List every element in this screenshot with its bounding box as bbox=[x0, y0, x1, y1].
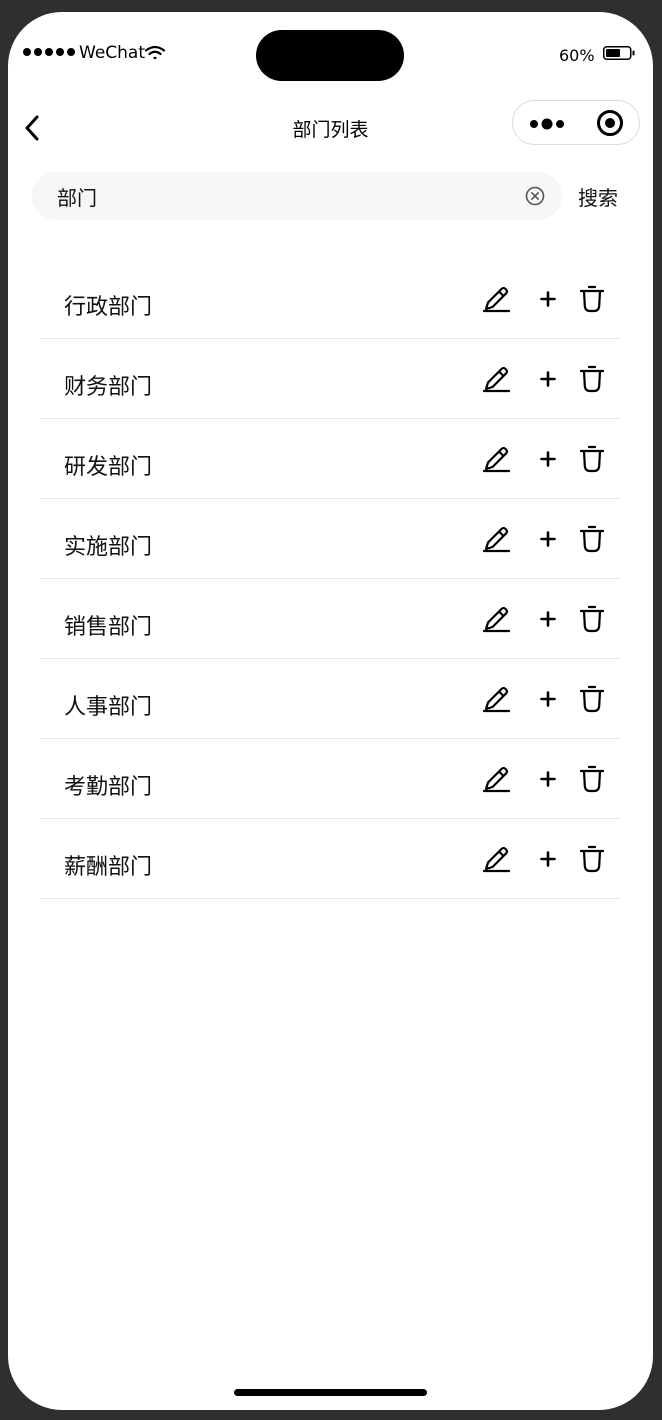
search-box bbox=[32, 172, 562, 220]
edit-pencil-icon[interactable] bbox=[480, 603, 512, 635]
target-circle-icon bbox=[597, 110, 623, 136]
department-name: 人事部门 bbox=[64, 695, 153, 720]
edit-pencil-icon[interactable] bbox=[480, 523, 512, 555]
row-actions bbox=[476, 443, 616, 475]
department-row[interactable]: 人事部门 bbox=[40, 659, 620, 739]
row-actions bbox=[476, 763, 616, 795]
edit-pencil-icon[interactable] bbox=[480, 283, 512, 315]
row-actions bbox=[476, 683, 616, 715]
department-row[interactable]: 研发部门 bbox=[40, 419, 620, 499]
add-plus-icon[interactable] bbox=[532, 763, 564, 795]
delete-trash-icon[interactable] bbox=[576, 283, 608, 315]
department-name: 财务部门 bbox=[64, 375, 153, 400]
more-button[interactable] bbox=[527, 109, 575, 137]
delete-trash-icon[interactable] bbox=[576, 363, 608, 395]
add-plus-icon[interactable] bbox=[532, 283, 564, 315]
search-button[interactable]: 搜索 bbox=[578, 182, 618, 211]
edit-pencil-icon[interactable] bbox=[480, 763, 512, 795]
phone-screen: WeChat 60% 部门列表 部门 搜索 行政部门 财务部门 研发部门 实施部… bbox=[8, 12, 653, 1410]
status-bar: WeChat 60% bbox=[8, 12, 653, 92]
department-row[interactable]: 行政部门 bbox=[40, 259, 620, 339]
battery-percent: 60% bbox=[559, 46, 595, 65]
carrier-label: WeChat bbox=[79, 43, 145, 63]
department-name: 考勤部门 bbox=[64, 775, 153, 800]
clear-circle-icon[interactable] bbox=[524, 185, 546, 207]
add-plus-icon[interactable] bbox=[532, 603, 564, 635]
delete-trash-icon[interactable] bbox=[576, 683, 608, 715]
add-plus-icon[interactable] bbox=[532, 523, 564, 555]
department-row[interactable]: 实施部门 bbox=[40, 499, 620, 579]
department-row[interactable]: 考勤部门 bbox=[40, 739, 620, 819]
edit-pencil-icon[interactable] bbox=[480, 843, 512, 875]
search-input[interactable] bbox=[57, 172, 497, 220]
edit-pencil-icon[interactable] bbox=[480, 363, 512, 395]
more-dots-icon bbox=[530, 118, 564, 130]
department-name: 薪酬部门 bbox=[64, 855, 153, 880]
row-actions bbox=[476, 843, 616, 875]
department-list: 行政部门财务部门研发部门实施部门销售部门人事部门考勤部门薪酬部门 bbox=[40, 259, 620, 899]
dynamic-island bbox=[256, 30, 404, 81]
department-row[interactable]: 财务部门 bbox=[40, 339, 620, 419]
close-mini-program-button[interactable] bbox=[595, 109, 625, 137]
department-name: 行政部门 bbox=[64, 295, 153, 320]
home-indicator bbox=[234, 1389, 427, 1396]
department-name: 实施部门 bbox=[64, 535, 153, 560]
wifi-icon bbox=[145, 45, 165, 60]
delete-trash-icon[interactable] bbox=[576, 523, 608, 555]
edit-pencil-icon[interactable] bbox=[480, 443, 512, 475]
department-row[interactable]: 薪酬部门 bbox=[40, 819, 620, 899]
department-name: 销售部门 bbox=[64, 615, 153, 640]
department-row[interactable]: 销售部门 bbox=[40, 579, 620, 659]
row-actions bbox=[476, 363, 616, 395]
row-actions bbox=[476, 603, 616, 635]
edit-pencil-icon[interactable] bbox=[480, 683, 512, 715]
delete-trash-icon[interactable] bbox=[576, 763, 608, 795]
row-actions bbox=[476, 283, 616, 315]
add-plus-icon[interactable] bbox=[532, 843, 564, 875]
department-name: 研发部门 bbox=[64, 455, 153, 480]
signal-strength-icon bbox=[23, 48, 75, 56]
battery-icon bbox=[603, 46, 635, 60]
delete-trash-icon[interactable] bbox=[576, 443, 608, 475]
delete-trash-icon[interactable] bbox=[576, 603, 608, 635]
add-plus-icon[interactable] bbox=[532, 683, 564, 715]
row-actions bbox=[476, 523, 616, 555]
capsule-divider bbox=[577, 113, 578, 133]
add-plus-icon[interactable] bbox=[532, 443, 564, 475]
mini-program-capsule bbox=[512, 100, 640, 145]
add-plus-icon[interactable] bbox=[532, 363, 564, 395]
delete-trash-icon[interactable] bbox=[576, 843, 608, 875]
